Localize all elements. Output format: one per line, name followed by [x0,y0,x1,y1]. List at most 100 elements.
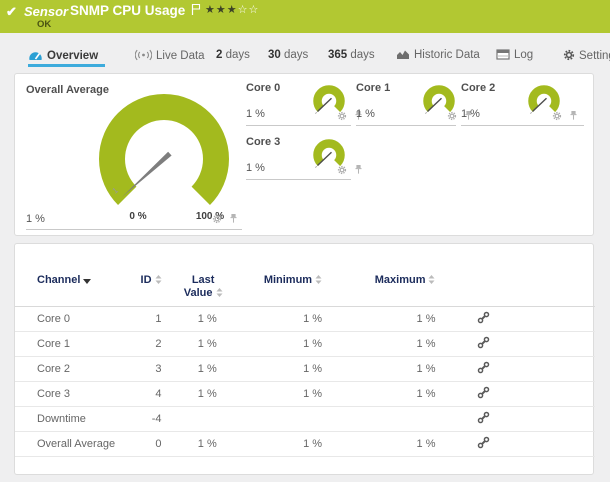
channel-id: 3 [125,356,176,382]
channel-name: Core 0 [15,306,126,332]
column-header-id[interactable]: ID [125,244,176,307]
gauge-value: 1 % [461,108,480,120]
channel-minimum: 1 % [230,306,337,332]
area-chart-icon [397,50,409,59]
table-row-core-0: Core 0 1 1 % 1 % 1 % [15,306,595,332]
column-header-minimum-label: Minimum [263,274,313,286]
wrench-icon[interactable] [477,311,490,324]
channel-name: Downtime [15,406,126,432]
wrench-icon[interactable] [477,386,490,399]
wrench-icon[interactable] [477,361,490,374]
channel-gear-icon[interactable] [212,214,222,224]
channel-minimum: 1 % [230,381,337,407]
wrench-icon[interactable] [477,411,490,424]
table-header-row: Channel ID Last Value Minimum Maximum [15,244,595,307]
channel-minimum: 1 % [230,356,337,382]
sort-icon [428,275,435,284]
tab-365-days[interactable]: 365 days [328,49,375,61]
live-signal-icon [134,49,153,61]
channel-gear-icon[interactable] [337,111,347,121]
channel-maximum: 1 % [336,431,450,457]
gauges-panel: Overall Average 1 0 % 100 % 1 % Core 0 1… [14,73,594,236]
status-ok-check-icon: ✔ [6,4,17,19]
channel-last-value: 1 % [175,356,231,382]
channel-name: Core 3 [15,381,126,407]
tab-2-days-unit: days [225,49,250,61]
tab-historic-data-label: Historic Data [414,49,480,61]
channel-maximum [336,406,450,432]
gauge-label: Core 1 [356,82,391,94]
tab-overview[interactable]: Overview [28,49,98,62]
channel-name: Core 1 [15,331,126,357]
gauge-cell-overall-average: Overall Average 1 0 % 100 % 1 % [26,82,242,230]
sensor-title: SNMP CPU Usage [70,3,186,18]
overall-average-gauge: 1 [99,94,229,205]
channel-maximum: 1 % [336,306,450,332]
column-header-maximum-label: Maximum [374,274,426,286]
sensor-header: ✔ Sensor SNMP CPU Usage ★★★☆☆ OK [0,0,610,33]
channel-minimum: 1 % [230,331,337,357]
pin-icon[interactable] [569,110,578,121]
gauge-label: Core 3 [246,136,281,148]
sensor-status-badge: OK [37,19,52,30]
tab-2-days-number: 2 [216,49,223,61]
column-header-minimum[interactable]: Minimum [230,244,337,307]
tab-30-days-number: 30 [268,49,281,61]
channel-name: Overall Average [15,431,126,457]
channel-gear-icon[interactable] [552,111,562,121]
channel-last-value: 1 % [175,431,231,457]
channel-maximum: 1 % [336,331,450,357]
sensor-kind-label: Sensor [24,4,69,19]
pin-icon[interactable] [354,164,363,175]
gauge-min-label: 0 % [129,211,147,222]
channel-id: 2 [125,331,176,357]
tab-settings[interactable]: Settings [563,49,610,62]
tab-historic-data[interactable]: Historic Data [396,49,480,61]
table-row-core-2: Core 2 3 1 % 1 % 1 % [15,356,595,382]
tab-bar: Overview Live Data 2 days 30 days 365 da… [0,33,610,73]
column-header-channel[interactable]: Channel [15,244,126,307]
channel-gear-icon[interactable] [337,165,347,175]
channel-maximum: 1 % [336,381,450,407]
priority-stars[interactable]: ★★★☆☆ [205,3,259,16]
channels-panel: Channel ID Last Value Minimum Maximum Co… [14,243,595,475]
gauge-label: Core 0 [246,82,281,94]
wrench-icon[interactable] [477,336,490,349]
gauge-value: 1 % [356,108,375,120]
column-header-value-label: Value [183,287,213,299]
tab-2-days[interactable]: 2 days [216,49,250,61]
gauge-cell-core-3: Core 3 1 % [246,136,362,180]
tab-overview-label: Overview [47,50,99,62]
column-header-last-value[interactable]: Last Value [175,244,231,307]
pin-icon[interactable] [229,213,238,224]
channel-maximum: 1 % [336,356,450,382]
channel-last-value [175,406,231,432]
priority-stars-filled: ★★★ [205,4,238,16]
active-tab-underline [28,64,105,67]
tab-live-data[interactable]: Live Data [134,49,205,62]
priority-stars-empty: ☆☆ [237,4,260,16]
column-header-maximum[interactable]: Maximum [336,244,450,307]
channel-id: 1 [125,306,176,332]
tab-30-days[interactable]: 30 days [268,49,308,61]
channel-gear-icon[interactable] [447,111,457,121]
gauge-value: 1 % [246,162,265,174]
channel-id: 4 [125,381,176,407]
sort-icon [216,288,223,297]
table-row-overall-average: Overall Average 0 1 % 1 % 1 % [15,431,595,457]
column-header-channel-label: Channel [37,274,81,286]
sort-icon [155,275,162,284]
table-row-core-3: Core 3 4 1 % 1 % 1 % [15,381,595,407]
table-row-core-1: Core 1 2 1 % 1 % 1 % [15,331,595,357]
flag-icon[interactable] [191,3,202,19]
channel-id: -4 [125,406,176,432]
column-header-settings [449,244,595,307]
channels-table: Channel ID Last Value Minimum Maximum Co… [15,244,595,457]
log-table-icon [496,49,510,60]
column-header-id-label: ID [140,274,152,286]
tab-log[interactable]: Log [496,49,533,61]
channel-last-value: 1 % [175,381,231,407]
channel-name: Core 2 [15,356,126,382]
wrench-icon[interactable] [477,436,490,449]
table-row-downtime: Downtime -4 [15,406,595,432]
